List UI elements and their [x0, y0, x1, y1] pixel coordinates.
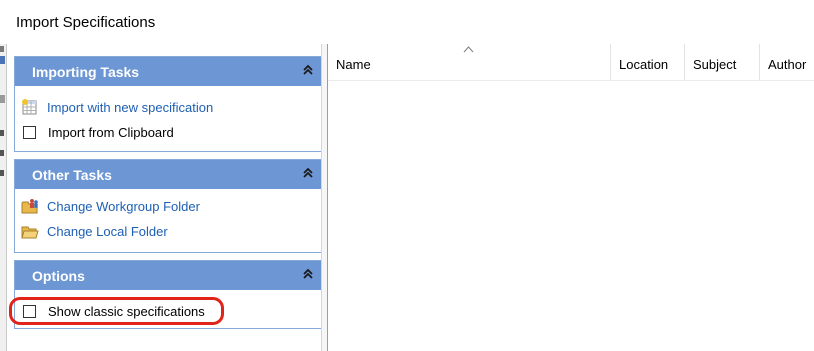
change-workgroup-folder-link[interactable]: Change Workgroup Folder: [21, 196, 200, 216]
show-classic-specifications-option[interactable]: Show classic specifications: [23, 301, 205, 321]
task-label: Import from Clipboard: [48, 124, 174, 140]
column-header-name[interactable]: Name: [328, 44, 611, 80]
change-local-folder-link[interactable]: Change Local Folder: [21, 221, 168, 241]
import-with-new-specification-link[interactable]: Import with new specification: [21, 97, 213, 117]
show-classic-specifications-checkbox[interactable]: [23, 304, 36, 318]
sort-ascending-icon: [463, 46, 474, 53]
column-label: Name: [336, 57, 371, 72]
import-from-clipboard-checkbox[interactable]: [23, 125, 36, 139]
pane-splitter[interactable]: [321, 44, 328, 351]
panel-title: Other Tasks: [32, 167, 112, 183]
other-tasks-header[interactable]: Other Tasks: [15, 160, 325, 189]
panel-title: Importing Tasks: [32, 64, 140, 80]
option-label: Show classic specifications: [48, 303, 205, 319]
partial-glyph-icon: [0, 95, 5, 103]
options-panel: Options Show classic specifications: [14, 260, 326, 329]
title-bar: Import Specifications: [0, 0, 814, 45]
column-label: Location: [619, 57, 669, 72]
collapse-chevron-icon[interactable]: [299, 61, 317, 79]
collapse-chevron-icon[interactable]: [299, 164, 317, 182]
column-header-location[interactable]: Location: [611, 44, 685, 80]
panel-title: Options: [32, 268, 85, 284]
partial-glyph-icon: [0, 150, 4, 156]
other-tasks-panel: Other Tasks Change Workgroup Folder Chan…: [14, 159, 326, 253]
task-pane: Importing Tasks Import with new specific…: [7, 44, 326, 351]
task-label: Change Local Folder: [47, 223, 168, 239]
column-label: Author: [768, 57, 807, 72]
column-header-author[interactable]: Author: [760, 44, 814, 80]
column-header-row: Name Location Subject Author: [328, 44, 814, 81]
column-header-subject[interactable]: Subject: [685, 44, 760, 80]
background-window-edge: [0, 44, 7, 351]
importing-tasks-header[interactable]: Importing Tasks: [15, 57, 325, 86]
partial-glyph-icon: [0, 56, 5, 64]
importing-tasks-panel: Importing Tasks Import with new specific…: [14, 56, 326, 152]
spreadsheet-new-icon: [22, 99, 37, 115]
local-folder-icon: [21, 226, 39, 239]
task-label: Change Workgroup Folder: [47, 198, 200, 214]
window-title: Import Specifications: [16, 14, 156, 31]
partial-glyph-icon: [0, 130, 4, 136]
partial-glyph-icon: [0, 170, 4, 176]
collapse-chevron-icon[interactable]: [299, 265, 317, 283]
options-header[interactable]: Options: [15, 261, 325, 290]
task-label: Import with new specification: [47, 99, 214, 115]
import-from-clipboard-option[interactable]: Import from Clipboard: [23, 122, 174, 142]
partial-glyph-icon: [0, 46, 4, 52]
specifications-list[interactable]: Name Location Subject Author: [328, 44, 814, 351]
workgroup-folder-icon: [21, 199, 38, 214]
column-label: Subject: [693, 57, 737, 72]
import-specifications-window: Import Specifications Importing Tasks Im…: [0, 0, 814, 351]
